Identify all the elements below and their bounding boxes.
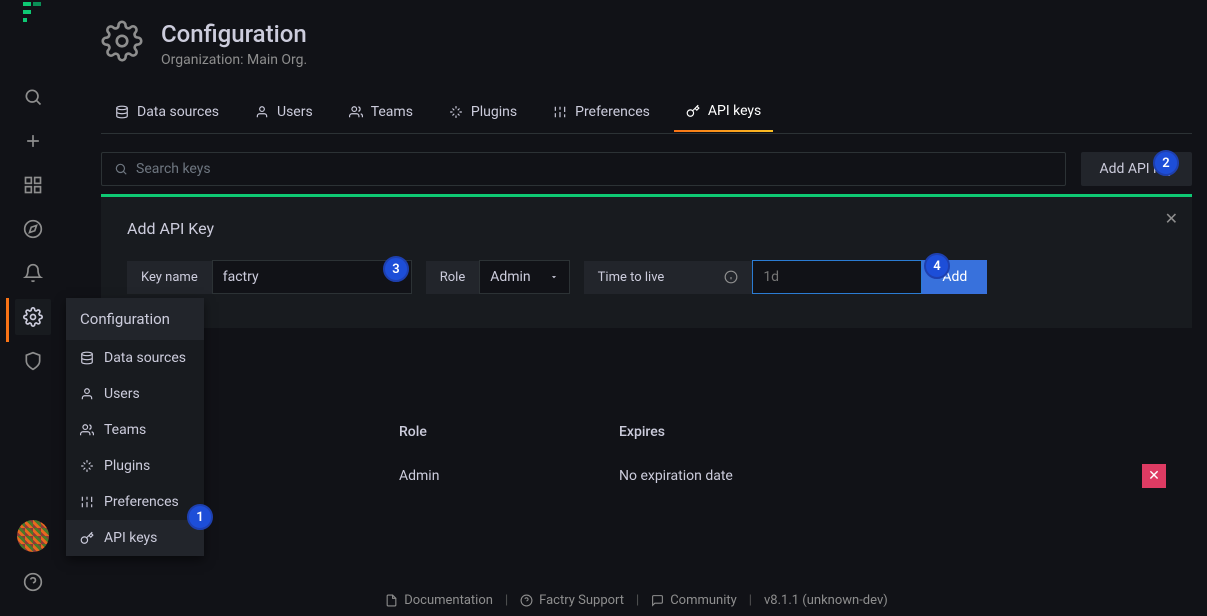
col-header-expires: Expires (619, 424, 1174, 440)
main-content: Configuration Organization: Main Org. Da… (66, 0, 1207, 616)
active-indicator (6, 298, 9, 342)
flyout-label: Preferences (104, 494, 179, 510)
tab-api-keys[interactable]: API keys (672, 93, 775, 134)
panel-title: Add API Key (127, 219, 1166, 238)
tab-label: Data sources (137, 104, 219, 120)
role-label: Role (426, 261, 479, 294)
footer: Documentation | Factry Support | Communi… (66, 585, 1207, 616)
sidebar (0, 0, 66, 616)
tab-teams[interactable]: Teams (335, 93, 427, 133)
tab-label: Teams (371, 104, 413, 120)
nav-create[interactable] (15, 123, 51, 159)
nav-dashboards[interactable] (15, 167, 51, 203)
callout-2: 2 (1153, 150, 1179, 176)
tab-plugins[interactable]: Plugins (435, 93, 531, 133)
flyout-item-preferences[interactable]: Preferences (66, 484, 204, 520)
api-keys-table: Name Role Expires factry Admin No expira… (101, 412, 1192, 500)
tab-users[interactable]: Users (241, 93, 327, 133)
role-select[interactable]: Admin (479, 260, 569, 294)
info-icon[interactable] (724, 270, 738, 284)
page-title: Configuration (161, 20, 307, 48)
tab-label: API keys (708, 103, 761, 119)
search-box[interactable] (101, 152, 1066, 186)
nav-search[interactable] (15, 79, 51, 115)
nav-admin[interactable] (15, 343, 51, 379)
flyout-label: Plugins (104, 458, 150, 474)
flyout-item-teams[interactable]: Teams (66, 412, 204, 448)
nav-help[interactable] (15, 564, 51, 600)
flyout-header: Configuration (66, 298, 204, 340)
ttl-input[interactable] (752, 260, 922, 294)
footer-version: v8.1.1 (unknown-dev) (764, 593, 888, 608)
close-icon[interactable]: ✕ (1165, 209, 1178, 228)
flyout-item-api-keys[interactable]: API keys (66, 520, 204, 556)
key-name-label: Key name (127, 261, 212, 294)
flyout-item-users[interactable]: Users (66, 376, 204, 412)
footer-support[interactable]: Factry Support (520, 593, 624, 608)
nav-alerting[interactable] (15, 255, 51, 291)
tab-label: Plugins (471, 104, 517, 120)
tab-preferences[interactable]: Preferences (539, 93, 664, 133)
tab-label: Users (277, 104, 313, 120)
table-row: factry Admin No expiration date ✕ (101, 452, 1192, 500)
cell-expires: No expiration date (619, 468, 1142, 484)
cell-role: Admin (399, 468, 619, 484)
search-input[interactable] (136, 161, 1053, 177)
config-flyout: Configuration Data sources Users Teams P… (66, 298, 204, 556)
avatar[interactable] (17, 520, 49, 552)
tab-label: Preferences (575, 104, 650, 120)
flyout-item-data-sources[interactable]: Data sources (66, 340, 204, 376)
callout-3: 3 (383, 256, 409, 282)
delete-button[interactable]: ✕ (1142, 464, 1166, 488)
chevron-down-icon (549, 272, 559, 282)
footer-doc[interactable]: Documentation (385, 593, 493, 608)
tab-data-sources[interactable]: Data sources (101, 93, 233, 133)
flyout-item-plugins[interactable]: Plugins (66, 448, 204, 484)
tabs: Data sources Users Teams Plugins Prefere… (101, 93, 1192, 134)
callout-1: 1 (187, 504, 213, 530)
ttl-label: Time to live (584, 261, 753, 294)
callout-4: 4 (924, 253, 950, 279)
key-name-input[interactable] (212, 260, 412, 294)
search-icon (114, 162, 128, 176)
flyout-label: Teams (104, 422, 146, 438)
logo[interactable] (21, 0, 45, 24)
nav-explore[interactable] (15, 211, 51, 247)
flyout-label: Users (104, 386, 140, 402)
nav-configuration[interactable] (15, 299, 51, 335)
gear-icon (101, 20, 143, 66)
add-key-panel: ✕ Add API Key Key name Role Admin Time t… (101, 197, 1192, 328)
page-subtitle: Organization: Main Org. (161, 52, 307, 68)
footer-community[interactable]: Community (651, 593, 737, 608)
col-header-role: Role (399, 424, 619, 440)
flyout-label: API keys (104, 530, 157, 546)
flyout-label: Data sources (104, 350, 186, 366)
role-value: Admin (490, 269, 530, 285)
